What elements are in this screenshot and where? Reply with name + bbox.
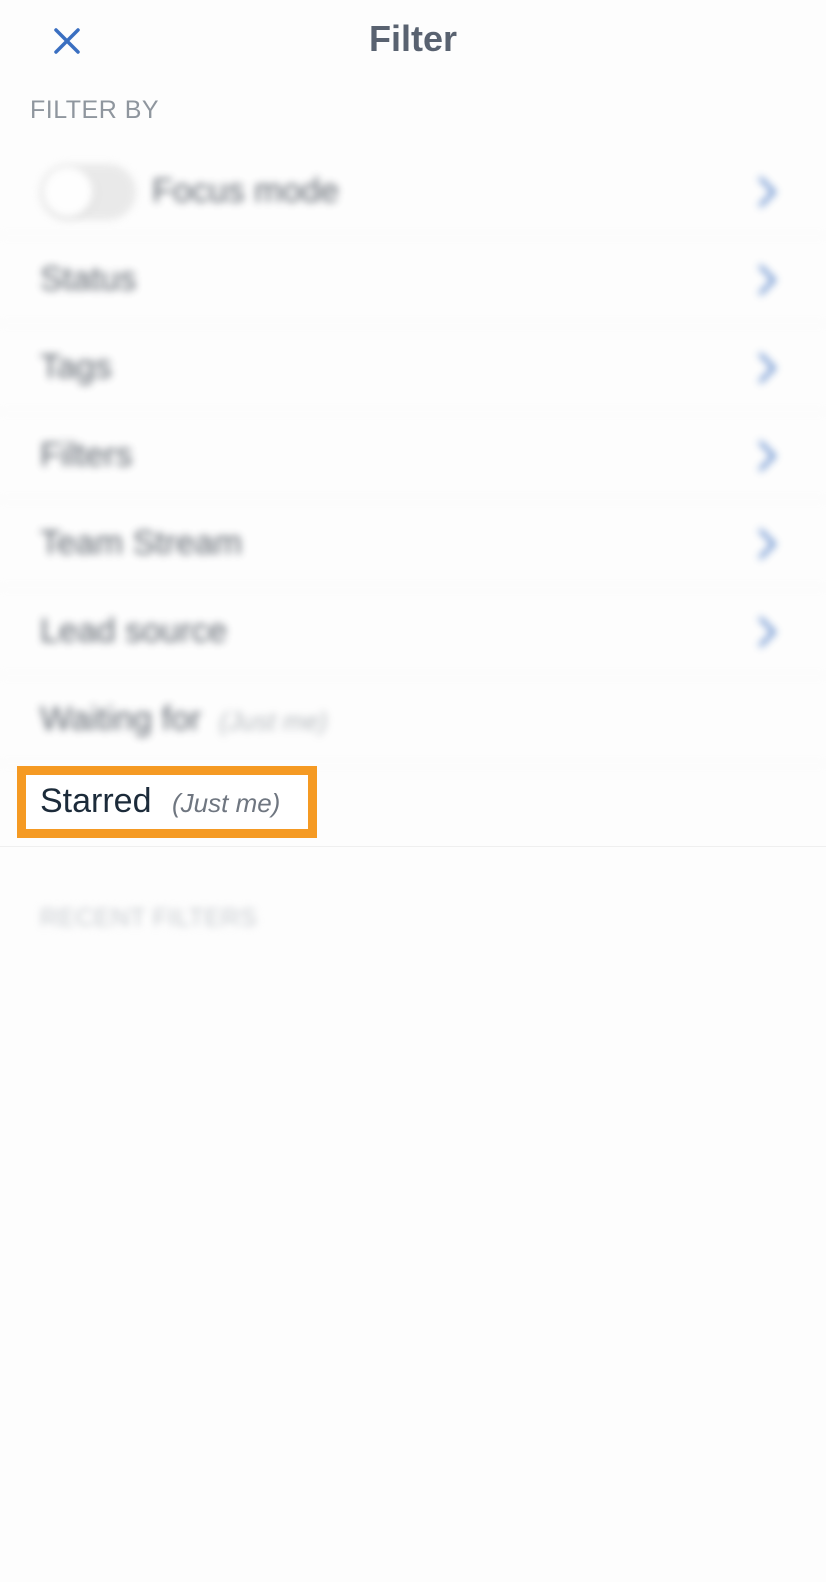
filter-row-focus-mode[interactable]: Focus mode — [0, 148, 826, 236]
toggle-knob — [43, 167, 93, 217]
header: Filter — [0, 0, 826, 82]
page-title: Filter — [368, 18, 457, 59]
filter-row-lead-source[interactable]: Lead source — [0, 588, 826, 676]
starred-label: Starred — [40, 782, 152, 820]
filter-row-label: Tags — [40, 348, 112, 386]
filter-row-team-stream[interactable]: Team Stream — [0, 500, 826, 588]
filter-row-label: Focus mode — [152, 172, 340, 210]
filter-row-label: Lead source — [40, 612, 228, 650]
chevron-right-icon — [759, 177, 776, 207]
chevron-right-icon — [759, 441, 776, 471]
starred-sub: (Just me) — [172, 788, 281, 818]
filter-row-label: Status — [40, 260, 137, 298]
filter-row-starred[interactable]: Starred (Just me) — [0, 760, 826, 847]
filter-row-waiting-for[interactable]: Waiting for (Just me) — [0, 676, 826, 764]
filter-row-label: Team Stream — [40, 524, 243, 562]
filter-list: Focus mode Status Tags Filters Team Stre… — [0, 148, 826, 764]
focus-mode-toggle[interactable] — [40, 164, 136, 220]
chevron-right-icon — [759, 529, 776, 559]
filter-row-filters[interactable]: Filters — [0, 412, 826, 500]
waiting-for-label: Waiting for — [40, 700, 202, 738]
chevron-right-icon — [759, 617, 776, 647]
filter-by-label: FILTER BY — [30, 96, 160, 124]
filter-row-label: Waiting for (Just me) — [40, 700, 328, 739]
chevron-right-icon — [759, 353, 776, 383]
chevron-right-icon — [759, 265, 776, 295]
filter-row-label: Filters — [40, 436, 133, 474]
recent-filters-label: RECENT FILTERS — [40, 904, 258, 932]
waiting-for-sub: (Just me) — [219, 706, 328, 736]
filter-row-status[interactable]: Status — [0, 236, 826, 324]
filter-row-tags[interactable]: Tags — [0, 324, 826, 412]
